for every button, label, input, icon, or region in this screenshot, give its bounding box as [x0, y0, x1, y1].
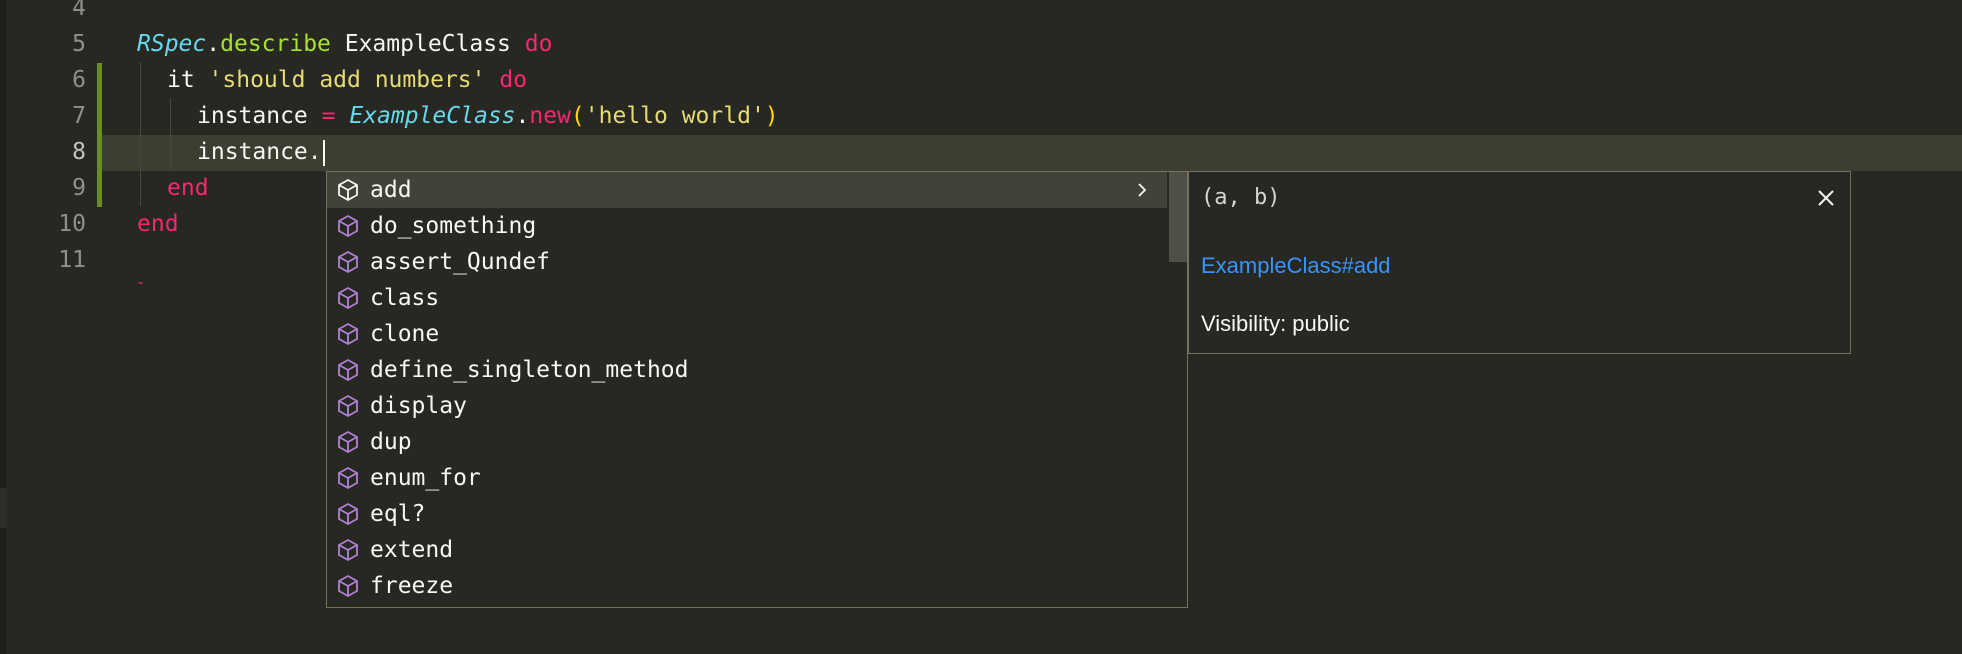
suggest-item-label: add — [370, 177, 412, 203]
token-identifier: it — [167, 67, 209, 93]
token-method: describe — [220, 31, 331, 57]
symbol-method-icon — [334, 320, 362, 348]
suggest-widget[interactable]: add do_something assert_Qundefclass clone de… — [326, 171, 1188, 608]
symbol-method-icon — [334, 392, 362, 420]
token-constant: ExampleClass — [349, 103, 516, 129]
line-number: 10 — [58, 211, 86, 237]
method-signature: (a, b) — [1201, 185, 1281, 210]
token-punct: . — [206, 31, 221, 57]
method-link[interactable]: ExampleClass#add — [1201, 250, 1391, 282]
line-number: 7 — [72, 103, 86, 129]
suggest-item[interactable]: clone — [327, 316, 1167, 352]
suggest-item-label: class — [370, 285, 440, 311]
symbol-method-icon — [334, 356, 362, 384]
suggest-scrollbar[interactable] — [1169, 172, 1187, 262]
suggest-item[interactable]: do_something — [327, 208, 1167, 244]
line-number: 6 — [72, 67, 86, 93]
symbol-method-icon — [334, 212, 362, 240]
token-keyword: do — [524, 31, 553, 57]
suggest-item-label: freeze — [370, 573, 454, 599]
line-number: 5 — [72, 31, 86, 57]
visibility-text: Visibility: public — [1201, 311, 1350, 336]
suggest-item-label: define_singleton_method — [370, 357, 689, 383]
suggest-item[interactable]: extend — [327, 532, 1167, 568]
text-cursor — [322, 139, 325, 166]
suggest-item[interactable]: enum_for — [327, 460, 1167, 496]
symbol-method-icon — [334, 464, 362, 492]
code-editor[interactable]: 4 5 6 7 8 9 10 11 RSpec.describe Example… — [0, 0, 1962, 654]
suggest-item-label: extend — [370, 537, 454, 563]
suggest-item-label: do_something — [370, 213, 537, 239]
token-identifier: instance — [197, 103, 322, 129]
token-keyword: end — [137, 211, 179, 237]
code-line-9[interactable]: end — [167, 170, 209, 206]
symbol-method-icon — [334, 428, 362, 456]
suggest-details-panel: (a, b) ExampleClass#add Visibility: publ… — [1188, 171, 1851, 354]
indent-guide — [140, 62, 141, 206]
token-punct: . — [515, 103, 530, 129]
suggest-item-label: eql? — [370, 501, 426, 527]
error-squiggle: ˷ — [138, 266, 144, 285]
symbol-method-icon — [334, 536, 362, 564]
suggest-item-label: assert_Qundef — [370, 249, 551, 275]
suggest-item[interactable]: dup — [327, 424, 1167, 460]
indent-guide — [170, 98, 171, 170]
suggest-item[interactable]: add — [327, 172, 1167, 208]
token-keyword: end — [167, 175, 209, 201]
line-number-active: 8 — [72, 139, 86, 165]
suggest-item[interactable]: assert_Qundef — [327, 244, 1167, 280]
suggest-item[interactable]: freeze — [327, 568, 1167, 604]
token-keyword: do — [499, 67, 528, 93]
current-line-highlight — [100, 135, 1962, 171]
suggest-item-label: enum_for — [370, 465, 481, 491]
code-line-10[interactable]: end — [137, 206, 179, 242]
line-number: 11 — [58, 247, 86, 273]
suggest-item[interactable]: class — [327, 280, 1167, 316]
symbol-method-icon — [334, 572, 362, 600]
symbol-method-icon — [334, 248, 362, 276]
symbol-method-icon — [334, 284, 362, 312]
token-string: 'hello world' — [584, 103, 765, 129]
suggest-item-label: dup — [370, 429, 412, 455]
suggest-item-label: display — [370, 393, 467, 419]
token-operator: = — [321, 103, 336, 129]
token-identifier: instance. — [197, 139, 322, 165]
code-line-8[interactable]: instance. — [197, 134, 325, 170]
token-method: new — [529, 103, 571, 129]
code-line-6[interactable]: it 'should add numbers' do — [167, 62, 527, 98]
code-line-5[interactable]: RSpec.describe ExampleClass do — [137, 26, 552, 62]
suggest-item[interactable]: define_singleton_method — [327, 352, 1167, 388]
token-string: 'should add numbers' — [208, 67, 486, 93]
token-identifier: ExampleClass — [330, 31, 525, 57]
token-constant: RSpec — [137, 31, 207, 57]
suggest-item[interactable]: eql? — [327, 496, 1167, 532]
token-paren: ( — [570, 103, 585, 129]
modified-lines-indicator — [97, 63, 102, 207]
symbol-method-icon — [334, 176, 362, 204]
symbol-method-icon — [334, 500, 362, 528]
close-icon[interactable] — [1812, 184, 1840, 212]
suggest-item[interactable]: display — [327, 388, 1167, 424]
code-line-7[interactable]: instance = ExampleClass.new('hello world… — [197, 98, 779, 134]
line-number: 4 — [72, 0, 86, 21]
line-number: 9 — [72, 175, 86, 201]
token-paren: ) — [764, 103, 779, 129]
suggest-item-label: clone — [370, 321, 440, 347]
